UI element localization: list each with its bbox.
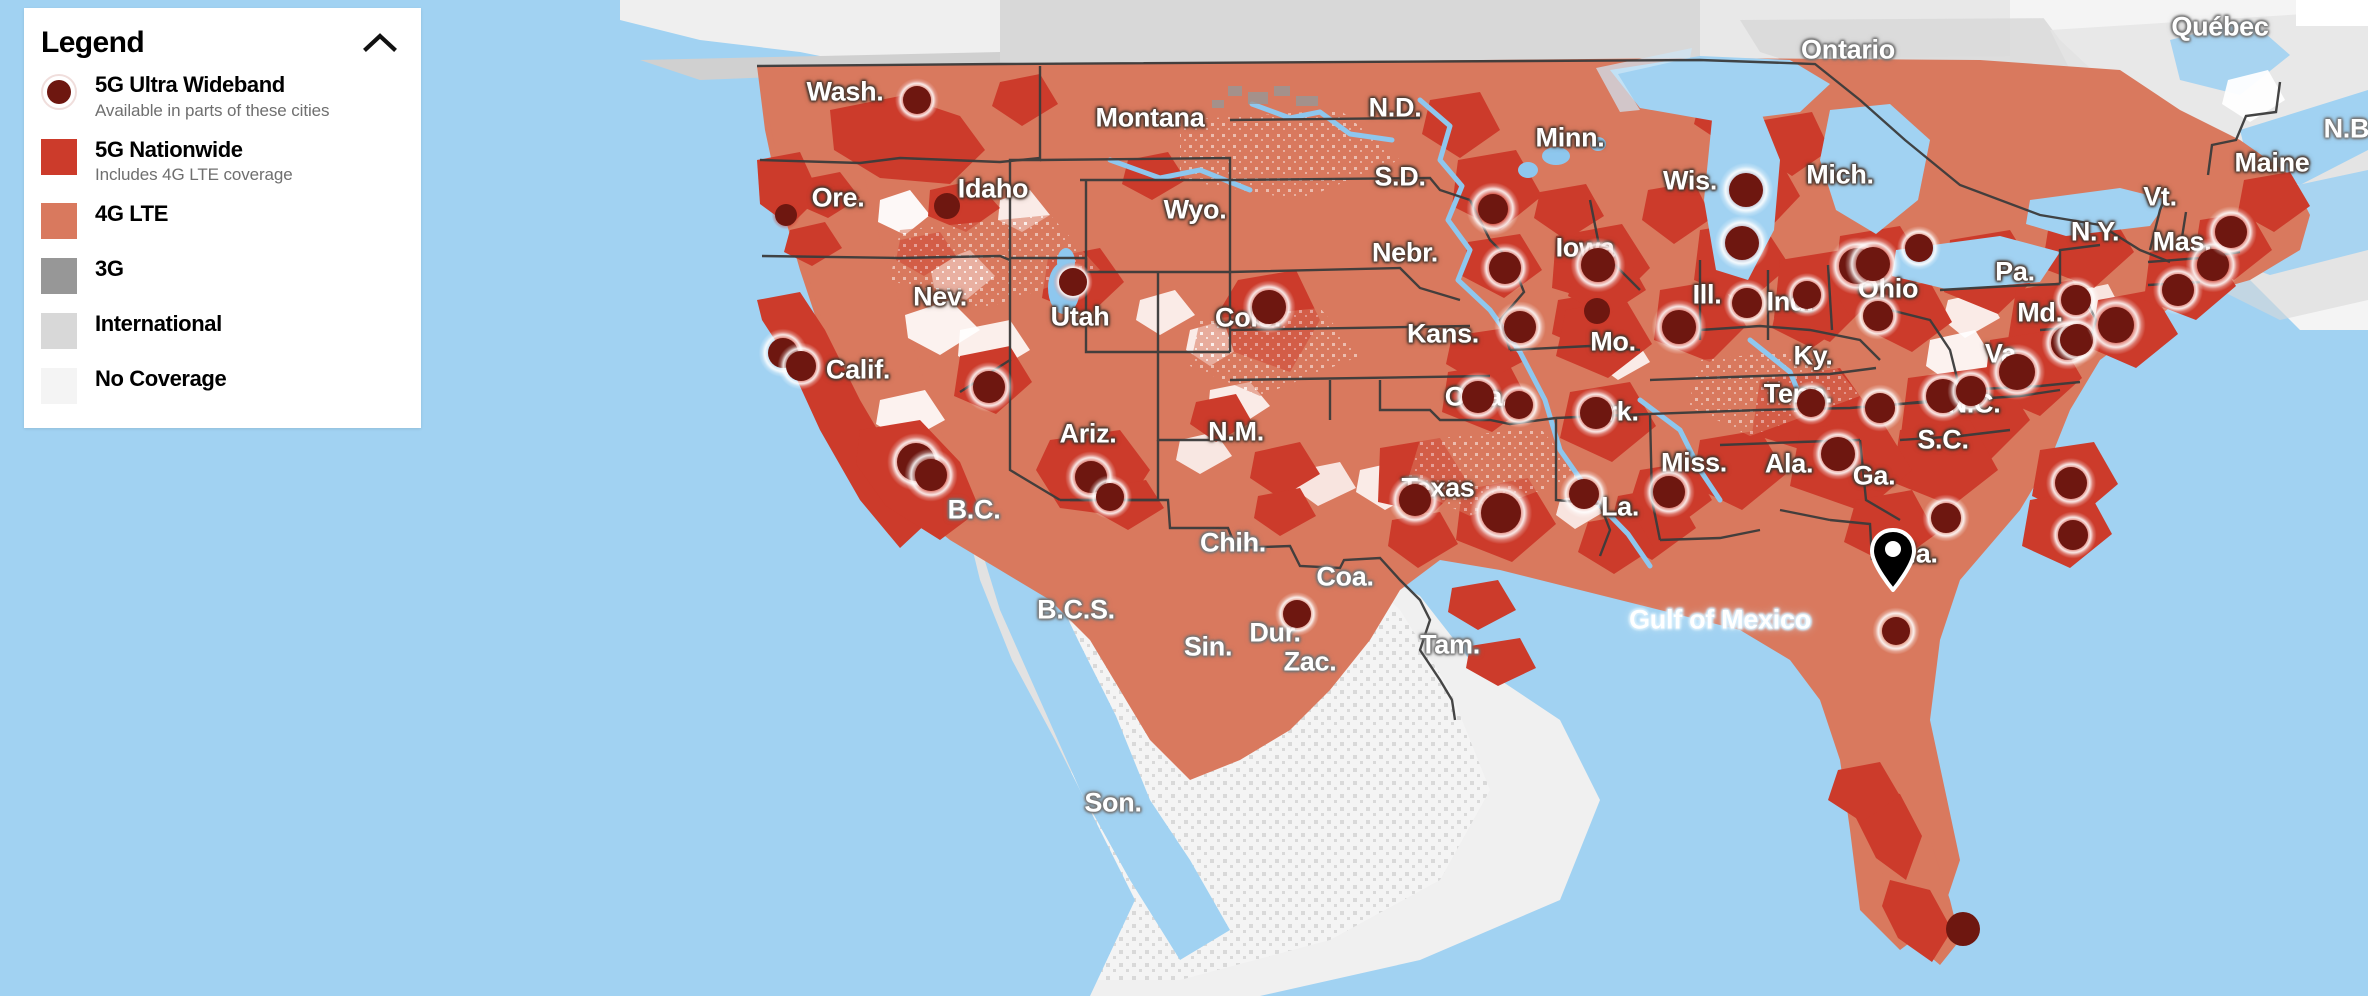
corner-white-patch xyxy=(2296,0,2368,26)
legend-header: Legend xyxy=(24,8,421,68)
legend-item-3[interactable]: 3G xyxy=(24,256,421,296)
legend-text: 4G LTE xyxy=(95,201,168,227)
color-swatch-icon xyxy=(41,368,77,405)
legend-text: No Coverage xyxy=(95,366,227,392)
legend-swatch-wrap xyxy=(41,256,95,296)
legend-item-sublabel: Includes 4G LTE coverage xyxy=(95,165,293,185)
chevron-up-glyph xyxy=(363,33,397,52)
uwb-dot-swatch-icon xyxy=(41,74,77,110)
legend-swatch-wrap xyxy=(41,201,95,241)
uwb-dot-core xyxy=(47,80,71,104)
legend-item-label: 5G Ultra Wideband xyxy=(95,72,285,97)
legend-item-label: 5G Nationwide xyxy=(95,136,243,162)
color-swatch-icon xyxy=(41,203,77,240)
legend-panel[interactable]: Legend 5G Ultra Wideband Available in par… xyxy=(24,8,421,429)
legend-item-1[interactable]: 5G Nationwide Includes 4G LTE coverage xyxy=(24,137,421,187)
legend-swatch-wrap xyxy=(41,137,95,177)
legend-swatch-wrap xyxy=(41,72,95,112)
legend-text: International xyxy=(95,311,222,337)
legend-title: Legend xyxy=(41,26,145,59)
legend-item-4[interactable]: International xyxy=(24,311,421,351)
legend-item-label: 4G LTE xyxy=(95,201,168,227)
location-pin-icon[interactable] xyxy=(1869,528,1917,592)
chevron-up-icon[interactable] xyxy=(363,31,397,55)
legend-swatch-wrap xyxy=(41,366,95,406)
legend-item-0[interactable]: 5G Ultra Wideband Available in parts of t… xyxy=(24,72,421,122)
legend-text: 3G xyxy=(95,256,124,282)
legend-text: 5G Ultra Wideband Available in parts of t… xyxy=(95,72,330,122)
legend-item-2[interactable]: 4G LTE xyxy=(24,201,421,241)
legend-item-list: 5G Ultra Wideband Available in parts of t… xyxy=(24,68,421,428)
legend-item-label: 3G xyxy=(95,256,124,282)
color-swatch-icon xyxy=(41,313,77,350)
color-swatch-icon xyxy=(41,258,77,295)
legend-text: 5G Nationwide Includes 4G LTE coverage xyxy=(95,137,293,187)
legend-item-5[interactable]: No Coverage xyxy=(24,366,421,406)
legend-item-label: No Coverage xyxy=(95,366,227,392)
legend-swatch-wrap xyxy=(41,311,95,351)
legend-item-sublabel: Available in parts of these cities xyxy=(95,100,330,120)
coverage-map-app: Wash. Montana N.D. Minn. Ore. Idaho S.D. Wis. Mi… xyxy=(0,0,2368,996)
color-swatch-icon xyxy=(41,138,77,175)
legend-item-label: International xyxy=(95,311,222,337)
